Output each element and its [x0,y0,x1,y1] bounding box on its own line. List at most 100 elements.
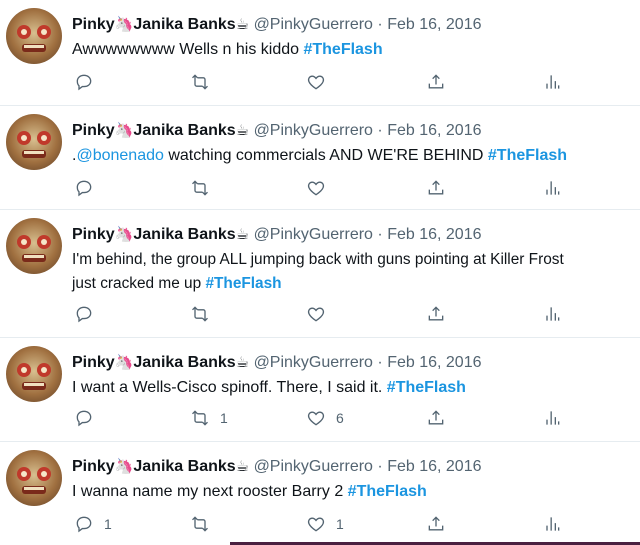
tweet-date[interactable]: Feb 16, 2016 [387,226,481,243]
reply-button[interactable] [74,304,104,324]
like-button[interactable]: 6 [306,408,344,428]
tweet-text-line: just cracked me up #TheFlash [72,275,282,292]
reply-button[interactable] [74,178,104,198]
analytics-button[interactable] [542,408,562,428]
avatar[interactable] [6,114,62,170]
reply-button[interactable]: 1 [74,514,112,534]
separator-dot: · [377,122,383,139]
share-icon [428,306,444,321]
like-icon [307,307,325,322]
tweet-actions: 1 6 [0,408,640,428]
like-button[interactable] [306,72,336,92]
hashtag-link[interactable]: #TheFlash [205,275,281,292]
like-button[interactable] [306,304,336,324]
tweet[interactable]: Pinky🦄Janika Banks☕ @PinkyGuerrero · Feb… [0,442,640,545]
analytics-button[interactable] [542,178,562,198]
avatar[interactable] [6,346,62,402]
unicorn-emoji: 🦄 [114,225,134,243]
tweet-header: Pinky🦄Janika Banks☕ @PinkyGuerrero · Feb… [72,456,481,477]
retweet-icon [192,516,208,532]
user-handle[interactable]: @PinkyGuerrero [254,354,373,371]
user-handle[interactable]: @PinkyGuerrero [254,226,373,243]
share-button[interactable] [426,408,446,428]
share-icon [428,74,444,89]
like-count: 6 [336,410,344,426]
analytics-icon [546,517,560,531]
reply-count: 1 [104,516,112,532]
retweet-button[interactable]: 1 [190,408,228,428]
analytics-icon [546,411,560,425]
tweet-text: I'm behind, the group ALL jumping back w… [72,248,636,296]
share-button[interactable] [426,514,446,534]
retweet-button[interactable] [190,514,220,534]
coffee-emoji: ☕ [235,353,250,371]
retweet-icon [192,180,208,196]
tweet-date[interactable]: Feb 16, 2016 [387,354,481,371]
tweet-date[interactable]: Feb 16, 2016 [387,458,481,475]
tweet-header: Pinky🦄Janika Banks☕ @PinkyGuerrero · Feb… [72,120,481,141]
tweet-text: .@bonenado watching commercials AND WE'R… [72,147,568,164]
hashtag-link[interactable]: #TheFlash [387,379,466,396]
hashtag-link[interactable]: #TheFlash [348,483,427,500]
tweet-date[interactable]: Feb 16, 2016 [387,122,481,139]
retweet-button[interactable] [190,72,220,92]
tweet[interactable]: Pinky🦄Janika Banks☕ @PinkyGuerrero · Feb… [0,210,640,338]
tweet[interactable]: Pinky🦄Janika Banks☕ @PinkyGuerrero · Feb… [0,106,640,210]
reply-button[interactable] [74,408,104,428]
retweet-button[interactable] [190,178,220,198]
reply-icon [76,74,92,91]
separator-dot: · [377,16,383,33]
share-button[interactable] [426,304,446,324]
tweet-text: I want a Wells-Cisco spinoff. There, I s… [72,379,466,396]
tweet-actions [0,72,640,92]
unicorn-emoji: 🦄 [114,121,134,139]
user-handle[interactable]: @PinkyGuerrero [254,122,373,139]
retweet-icon [192,410,208,426]
analytics-button[interactable] [542,304,562,324]
tweet[interactable]: Pinky🦄Janika Banks☕ @PinkyGuerrero · Feb… [0,0,640,106]
tweet-actions [0,178,640,198]
tweet-actions [0,304,640,324]
display-name[interactable]: Pinky🦄Janika Banks☕ [72,121,249,139]
reply-button[interactable] [74,72,104,92]
tweet-text-line: I'm behind, the group ALL jumping back w… [72,251,564,268]
share-button[interactable] [426,72,446,92]
display-name[interactable]: Pinky🦄Janika Banks☕ [72,225,249,243]
avatar[interactable] [6,450,62,506]
share-icon [428,516,444,531]
avatar[interactable] [6,218,62,274]
mention-link[interactable]: @bonenado [76,147,163,164]
retweet-icon [192,74,208,90]
unicorn-emoji: 🦄 [114,15,134,33]
share-icon [428,180,444,195]
retweet-button[interactable] [190,304,220,324]
display-name[interactable]: Pinky🦄Janika Banks☕ [72,353,250,371]
like-icon [307,517,325,532]
tweet-header: Pinky🦄Janika Banks☕ @PinkyGuerrero · Feb… [72,14,481,35]
reply-icon [76,516,92,533]
analytics-button[interactable] [542,514,562,534]
coffee-emoji: ☕ [235,15,250,33]
analytics-button[interactable] [542,72,562,92]
hashtag-link[interactable]: #TheFlash [303,41,382,58]
like-icon [307,181,325,196]
tweet[interactable]: Pinky🦄Janika Banks☕ @PinkyGuerrero · Feb… [0,338,640,442]
display-name[interactable]: Pinky🦄Janika Banks☕ [72,457,249,475]
display-name[interactable]: Pinky🦄Janika Banks☕ [72,15,250,33]
like-button[interactable] [306,178,336,198]
share-button[interactable] [426,178,446,198]
like-button[interactable]: 1 [306,514,344,534]
user-handle[interactable]: @PinkyGuerrero [254,16,373,33]
hashtag-link[interactable]: #TheFlash [488,147,567,164]
analytics-icon [546,307,560,321]
retweet-icon [192,306,208,322]
share-icon [428,410,444,425]
user-handle[interactable]: @PinkyGuerrero [254,458,373,475]
analytics-icon [546,181,560,195]
tweet-date[interactable]: Feb 16, 2016 [387,16,481,33]
avatar[interactable] [6,8,62,64]
separator-dot: · [377,458,383,475]
tweet-header: Pinky🦄Janika Banks☕ @PinkyGuerrero · Feb… [72,224,481,245]
analytics-icon [546,75,560,89]
tweet-actions: 1 1 [0,514,640,534]
